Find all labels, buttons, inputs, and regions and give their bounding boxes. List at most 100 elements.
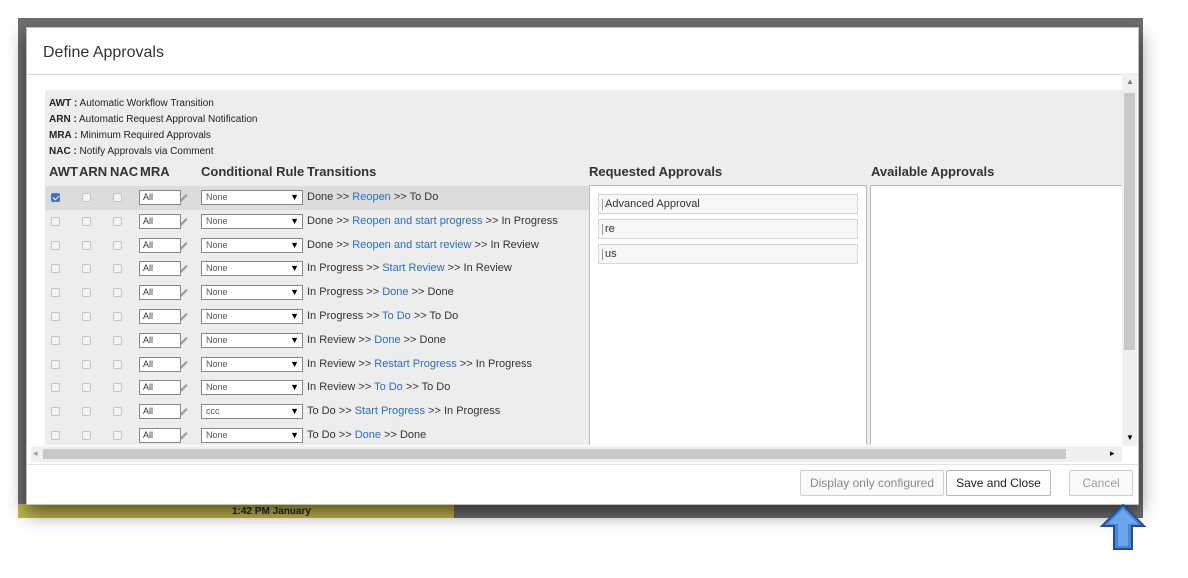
arn-checkbox[interactable] [82,216,91,226]
transition-row[interactable]: All None ▼ To Do >> Done >> Done [45,424,595,445]
mra-input[interactable]: All [139,428,181,443]
vertical-scrollbar[interactable]: ▲ ▼ [1122,73,1137,446]
transition-row[interactable]: All None ▼ In Progress >> To Do >> To Do [45,305,595,329]
awt-checkbox[interactable] [51,383,60,393]
requested-approval-item[interactable]: Advanced Approval [598,194,858,214]
cancel-button[interactable]: Cancel [1069,470,1133,496]
mra-input[interactable]: All [139,356,181,372]
requested-approval-item[interactable]: us [598,244,858,264]
arn-checkbox[interactable] [82,407,91,417]
transition-row[interactable]: All None ▼ Done >> Reopen and start progres… [45,210,595,234]
nac-checkbox[interactable] [113,359,122,369]
awt-checkbox[interactable] [51,431,60,440]
vertical-scroll-thumb[interactable] [1124,93,1135,350]
transition-row[interactable]: All None ▼ In Review >> Restart Progress >>… [45,353,595,377]
mra-input[interactable]: All [139,285,181,301]
conditional-rule-select[interactable]: None ▼ [201,285,303,301]
arn-checkbox[interactable] [82,312,91,321]
nac-checkbox[interactable] [113,264,122,274]
arn-checkbox[interactable] [82,240,91,250]
requested-approval-item[interactable]: re [598,219,858,239]
nac-checkbox[interactable] [113,383,122,393]
nac-checkbox[interactable] [113,288,122,298]
dropdown-arrow-icon: ▼ [290,334,299,345]
transition-row[interactable]: All None ▼ Done >> Reopen >> To Do [45,186,595,210]
transition-action-link[interactable]: Reopen and start review [352,239,471,251]
conditional-rule-select[interactable]: None ▼ [201,237,303,253]
awt-checkbox[interactable] [51,264,60,274]
transition-row[interactable]: All None ▼ In Progress >> Done >> Done [45,281,595,305]
mra-input[interactable]: All [139,380,181,396]
conditional-rule-select[interactable]: ccc ▼ [201,404,303,420]
transition-row[interactable]: All None ▼ In Review >> Done >> Done [45,329,595,353]
transition-action-link[interactable]: To Do [382,310,411,322]
arn-checkbox[interactable] [82,383,91,393]
awt-checkbox[interactable] [51,335,60,345]
transition-row[interactable]: All ccc ▼ To Do >> Start Progress >> In Pro… [45,400,595,424]
nac-checkbox[interactable] [113,407,122,417]
mra-input[interactable]: All [139,237,181,253]
conditional-rule-value: None [206,430,228,440]
nac-checkbox[interactable] [113,216,122,226]
transition-row[interactable]: All None ▼ In Review >> To Do >> To Do [45,376,595,400]
awt-checkbox[interactable] [51,312,60,321]
scroll-left-icon[interactable]: ◂ [33,448,38,459]
conditional-rule-select[interactable]: None ▼ [201,356,303,372]
transition-to: >> In Progress [425,405,501,418]
awt-checkbox[interactable] [51,407,60,417]
arn-checkbox[interactable] [82,193,91,202]
transition-row[interactable]: All None ▼ Done >> Reopen and start review … [45,234,595,258]
awt-checkbox[interactable] [51,240,60,250]
transition-action-link[interactable]: Done [355,429,381,441]
legend: AWT : Automatic Workflow Transition ARN :… [49,96,257,160]
arn-checkbox[interactable] [82,335,91,345]
mra-input[interactable]: All [139,261,181,277]
conditional-rule-select[interactable]: None ▼ [201,190,303,205]
awt-checkbox[interactable] [51,359,60,369]
conditional-rule-select[interactable]: None ▼ [201,332,303,348]
display-only-configured-button[interactable]: Display only configured [800,470,944,496]
arn-checkbox[interactable] [82,431,91,440]
conditional-rule-select[interactable]: None ▼ [201,261,303,277]
mra-input[interactable]: All [139,213,181,229]
conditional-rule-select[interactable]: None ▼ [201,380,303,396]
conditional-rule-select[interactable]: None ▼ [201,213,303,229]
nac-checkbox[interactable] [113,335,122,345]
nac-checkbox[interactable] [113,312,122,321]
arn-checkbox[interactable] [82,359,91,369]
awt-checkbox[interactable] [51,216,60,226]
scroll-right-icon[interactable]: ▸ [1110,448,1115,459]
requested-approvals-panel[interactable]: Advanced Approval re us [589,185,867,445]
arn-checkbox[interactable] [82,288,91,298]
conditional-rule-select[interactable]: None ▼ [201,428,303,443]
transition-action-link[interactable]: To Do [374,381,403,393]
transition-action-link[interactable]: Done [382,286,408,298]
scroll-down-icon[interactable]: ▼ [1126,433,1134,442]
mra-input[interactable]: All [139,190,181,205]
transition-action-link[interactable]: Reopen and start progress [352,215,482,227]
mra-input[interactable]: All [139,332,181,348]
mra-input[interactable]: All [139,309,181,324]
transition-row[interactable]: All None ▼ In Progress >> Start Review >> I… [45,257,595,281]
transition-text: Done >> Reopen and start progress >> In … [307,215,558,227]
nac-checkbox[interactable] [113,240,122,250]
awt-checkbox[interactable] [51,288,60,298]
horizontal-scrollbar[interactable]: ◂ ▸ [31,446,1122,462]
mra-input[interactable]: All [139,404,181,420]
awt-checkbox[interactable] [51,193,60,202]
conditional-rule-select[interactable]: None ▼ [201,309,303,324]
transition-action-link[interactable]: Start Review [382,262,444,274]
scroll-up-icon[interactable]: ▲ [1126,77,1134,86]
arn-checkbox[interactable] [82,264,91,274]
nac-checkbox[interactable] [113,193,122,202]
transition-action-link[interactable]: Start Progress [355,405,425,417]
dialog-title: Define Approvals [43,44,164,61]
transition-action-link[interactable]: Restart Progress [374,358,457,370]
nac-checkbox[interactable] [113,431,122,440]
horizontal-scroll-thumb[interactable] [43,449,1066,459]
conditional-rule-value: None [206,263,228,274]
save-and-close-button[interactable]: Save and Close [946,470,1051,496]
transition-action-link[interactable]: Done [374,334,400,346]
transition-action-link[interactable]: Reopen [352,191,391,203]
available-approvals-panel[interactable] [870,185,1122,445]
